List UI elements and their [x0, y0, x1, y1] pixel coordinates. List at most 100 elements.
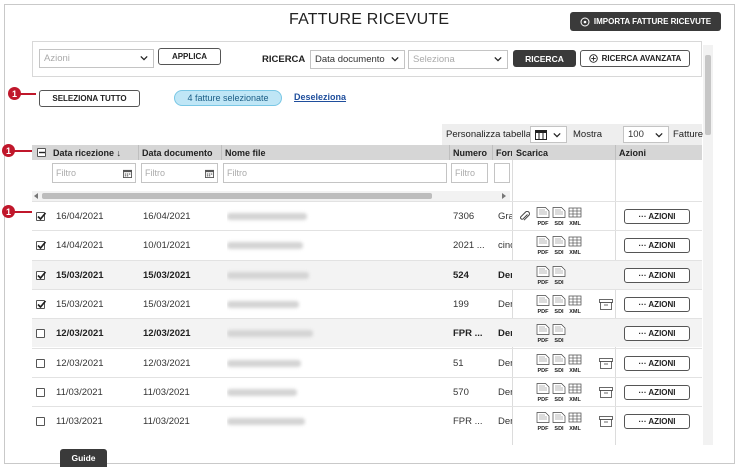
archive-icon[interactable] — [599, 298, 613, 310]
horizontal-scroll-thumb[interactable] — [42, 193, 432, 199]
table-row[interactable]: 15/03/2021 15/03/2021 199 Der PDF SDI XML ··· A… — [32, 288, 702, 319]
cell-scarica: PDF SDI XML — [515, 231, 613, 260]
table-row[interactable]: 12/03/2021 12/03/2021 51 Der PDF SDI XML ··· AZ… — [32, 347, 702, 378]
download-pdf-icon[interactable]: PDF — [536, 353, 550, 374]
cell-scarica: PDF SDI — [515, 261, 613, 290]
download-xml-icon[interactable]: XML — [568, 412, 582, 432]
header-checkbox[interactable] — [37, 148, 46, 157]
download-sdi-icon[interactable]: SDI — [552, 353, 566, 374]
filter-numero[interactable]: Filtro — [451, 163, 488, 183]
guide-tab[interactable]: Guide — [60, 449, 107, 467]
paperclip-icon[interactable] — [519, 211, 531, 223]
download-sdi-icon[interactable]: SDI — [552, 265, 566, 286]
cell-nome-file — [227, 202, 447, 231]
row-checkbox-cell[interactable] — [36, 290, 50, 319]
applica-button[interactable]: APPLICA — [158, 48, 221, 65]
col-numero[interactable]: Numero — [449, 145, 493, 160]
table-row[interactable]: 16/04/2021 16/04/2021 7306 Gra PDF SDI XML ··· … — [32, 201, 702, 230]
col-nome-file[interactable]: Nome file — [221, 145, 447, 160]
row-checkbox-cell[interactable] — [36, 349, 50, 378]
row-azioni-button[interactable]: ··· AZIONI — [624, 384, 690, 400]
row-checkbox-cell[interactable] — [36, 202, 50, 231]
calendar-icon[interactable] — [205, 169, 214, 178]
row-checkbox[interactable] — [36, 417, 45, 427]
row-checkbox[interactable] — [36, 387, 45, 397]
download-sdi-icon[interactable]: SDI — [552, 207, 566, 227]
row-checkbox[interactable] — [36, 299, 47, 309]
archive-icon[interactable] — [599, 416, 613, 427]
row-checkbox-cell[interactable] — [36, 407, 50, 436]
vertical-scrollbar[interactable] — [703, 45, 713, 445]
download-sdi-icon[interactable]: SDI — [552, 412, 566, 432]
col-fornitore[interactable]: Forn — [492, 145, 512, 160]
horizontal-scrollbar[interactable] — [32, 191, 510, 201]
cell-data-documento: 12/03/2021 — [143, 328, 191, 340]
row-azioni-button[interactable]: ··· AZIONI — [624, 355, 690, 371]
download-pdf-icon[interactable]: PDF — [536, 324, 550, 344]
columns-select[interactable] — [530, 126, 567, 143]
table-row[interactable]: 12/03/2021 12/03/2021 FPR ... Der PDF SDI ··· … — [32, 318, 702, 348]
table-row[interactable]: 15/03/2021 15/03/2021 524 Der PDF SDI ··· AZIO… — [32, 259, 702, 290]
row-checkbox[interactable] — [36, 358, 45, 368]
download-pdf-icon[interactable]: PDF — [536, 295, 550, 315]
row-checkbox[interactable] — [36, 270, 47, 280]
download-pdf-icon[interactable]: PDF — [536, 382, 550, 403]
row-checkbox-cell[interactable] — [36, 261, 50, 290]
cell-data-documento: 11/03/2021 — [143, 416, 190, 428]
page-size-select[interactable]: 100 — [623, 126, 669, 143]
deselect-link[interactable]: Deseleziona — [294, 92, 346, 102]
redacted-filename — [227, 359, 301, 367]
row-azioni-button[interactable]: ··· AZIONI — [624, 414, 690, 430]
row-checkbox-cell[interactable] — [36, 231, 50, 260]
filter-nome-file[interactable]: Filtro — [223, 163, 447, 183]
filter-fornitore[interactable] — [494, 163, 510, 183]
row-azioni-button[interactable]: ··· AZIONI — [624, 238, 690, 254]
calendar-icon[interactable] — [123, 169, 132, 178]
select-all-button[interactable]: SELEZIONA TUTTO — [39, 90, 140, 107]
row-checkbox-cell[interactable] — [36, 319, 50, 348]
col-data-ricezione[interactable]: Data ricezione ↓ — [49, 145, 137, 160]
table-row[interactable]: 14/04/2021 10/01/2021 2021 ... cinc PDF SDI XM… — [32, 230, 702, 259]
filter-data-ricezione[interactable]: Filtro — [52, 163, 136, 183]
import-invoices-button[interactable]: IMPORTA FATTURE RICEVUTE — [570, 12, 721, 31]
search-field-select[interactable]: Data documento — [310, 50, 405, 69]
ricerca-button[interactable]: RICERCA — [513, 50, 576, 67]
table-row[interactable]: 11/03/2021 11/03/2021 570 Der PDF SDI XML ··· A… — [32, 376, 702, 407]
col-data-documento[interactable]: Data documento — [138, 145, 220, 160]
personalizza-label: Personalizza tabella — [446, 129, 532, 140]
download-sdi-icon[interactable]: SDI — [552, 324, 566, 344]
download-pdf-icon[interactable]: PDF — [536, 207, 550, 227]
download-xml-icon[interactable]: XML — [568, 354, 582, 374]
download-pdf-icon[interactable]: PDF — [536, 265, 550, 286]
row-azioni-button[interactable]: ··· AZIONI — [624, 267, 690, 283]
row-checkbox[interactable] — [36, 212, 47, 221]
vertical-scroll-thumb[interactable] — [705, 55, 711, 135]
row-checkbox[interactable] — [36, 241, 47, 251]
row-azioni-button[interactable]: ··· AZIONI — [624, 326, 690, 342]
azioni-select[interactable]: Azioni — [39, 49, 154, 68]
row-checkbox[interactable] — [36, 329, 45, 339]
archive-icon[interactable] — [599, 386, 613, 398]
download-sdi-icon[interactable]: SDI — [552, 382, 566, 403]
table-row[interactable]: 11/03/2021 11/03/2021 FPR ... Der PDF SDI XML ·… — [32, 406, 702, 435]
advanced-search-button[interactable]: RICERCA AVANZATA — [580, 50, 690, 67]
scroll-right-icon[interactable] — [502, 193, 507, 199]
download-xml-icon[interactable]: XML — [568, 295, 582, 315]
filter-data-documento[interactable]: Filtro — [141, 163, 218, 183]
download-sdi-icon[interactable]: SDI — [552, 236, 566, 256]
ricerca-label: RICERCA — [262, 54, 306, 65]
chevron-down-icon — [655, 132, 663, 138]
row-azioni-button[interactable]: ··· AZIONI — [624, 296, 690, 312]
scroll-left-icon[interactable] — [34, 193, 39, 199]
download-xml-icon[interactable]: XML — [568, 207, 582, 227]
download-pdf-icon[interactable]: PDF — [536, 412, 550, 432]
archive-icon[interactable] — [599, 357, 613, 369]
download-pdf-icon[interactable]: PDF — [536, 236, 550, 256]
download-xml-icon[interactable]: XML — [568, 383, 582, 403]
cell-nome-file — [227, 231, 447, 260]
search-value-select[interactable]: Seleziona — [408, 50, 508, 69]
download-xml-icon[interactable]: XML — [568, 236, 582, 256]
download-sdi-icon[interactable]: SDI — [552, 295, 566, 315]
row-checkbox-cell[interactable] — [36, 378, 50, 407]
row-azioni-button[interactable]: ··· AZIONI — [624, 209, 690, 224]
